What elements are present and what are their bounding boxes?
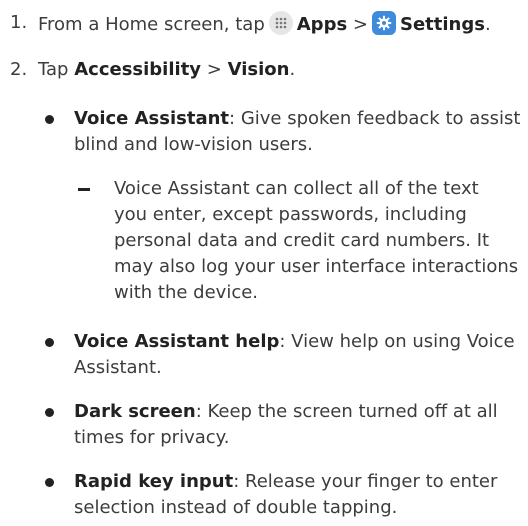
step-2-number: 2. — [10, 59, 28, 80]
apps-label: Apps — [296, 14, 348, 35]
item-dark-screen-desc1: : Keep the screen turned off at all — [195, 401, 498, 422]
item-dark-screen-desc2: times for privacy. — [74, 427, 230, 448]
item-voice-assistant-title: Voice Assistant — [74, 108, 230, 129]
vision-label: Vision — [227, 59, 290, 80]
accessibility-label: Accessibility — [74, 59, 202, 80]
apps-grid-icon — [268, 11, 293, 35]
step-2-text: Tap Accessibility > Vision. — [38, 58, 295, 82]
note-line-5: with the device. — [114, 282, 259, 303]
item-voice-assistant-help-title: Voice Assistant help — [74, 331, 280, 352]
bullet-icon — [45, 478, 54, 487]
note-line-3: personal data and credit card numbers. I… — [114, 230, 490, 251]
note-line-1: Voice Assistant can collect all of the t… — [114, 178, 479, 199]
step-2-intro: Tap — [38, 59, 69, 80]
bullet-icon — [45, 338, 54, 347]
step-1-end: . — [484, 14, 491, 35]
item-dark-screen-title: Dark screen — [74, 401, 196, 422]
item-voice-assistant-desc1: : Give spoken feedback to assist — [229, 108, 521, 129]
bullet-icon — [45, 115, 54, 124]
item-rapid-key-input-desc2: selection instead of double tapping. — [74, 497, 398, 518]
step-1-separator: > — [352, 14, 368, 35]
item-rapid-key-input-title: Rapid key input — [74, 471, 234, 492]
item-voice-assistant-desc2: blind and low-vision users. — [74, 134, 313, 155]
step-2-end: . — [289, 59, 296, 80]
dash-icon — [78, 188, 90, 191]
gear-icon — [372, 11, 396, 35]
note-line-4: may also log your user interface interac… — [114, 256, 519, 277]
bullet-icon — [45, 408, 54, 417]
step-2-separator: > — [206, 59, 222, 80]
item-voice-assistant-help-desc1: : View help on using Voice — [279, 331, 515, 352]
item-rapid-key-input-desc1: : Release your finger to enter — [233, 471, 498, 492]
item-rapid-key-input-line1: Rapid key input: Release your finger to … — [74, 470, 497, 494]
item-voice-assistant-line1: Voice Assistant: Give spoken feedback to… — [74, 107, 520, 131]
step-1-number: 1. — [10, 12, 28, 33]
step-1-intro: From a Home screen, tap — [38, 14, 265, 35]
item-dark-screen-line1: Dark screen: Keep the screen turned off … — [74, 400, 498, 424]
step-1-text: From a Home screen, tap Apps > Settings. — [38, 11, 491, 37]
note-line-2: you enter, except passwords, including — [114, 204, 467, 225]
item-voice-assistant-help-line1: Voice Assistant help: View help on using… — [74, 330, 515, 354]
item-voice-assistant-help-desc2: Assistant. — [74, 357, 162, 378]
settings-label: Settings — [400, 14, 485, 35]
